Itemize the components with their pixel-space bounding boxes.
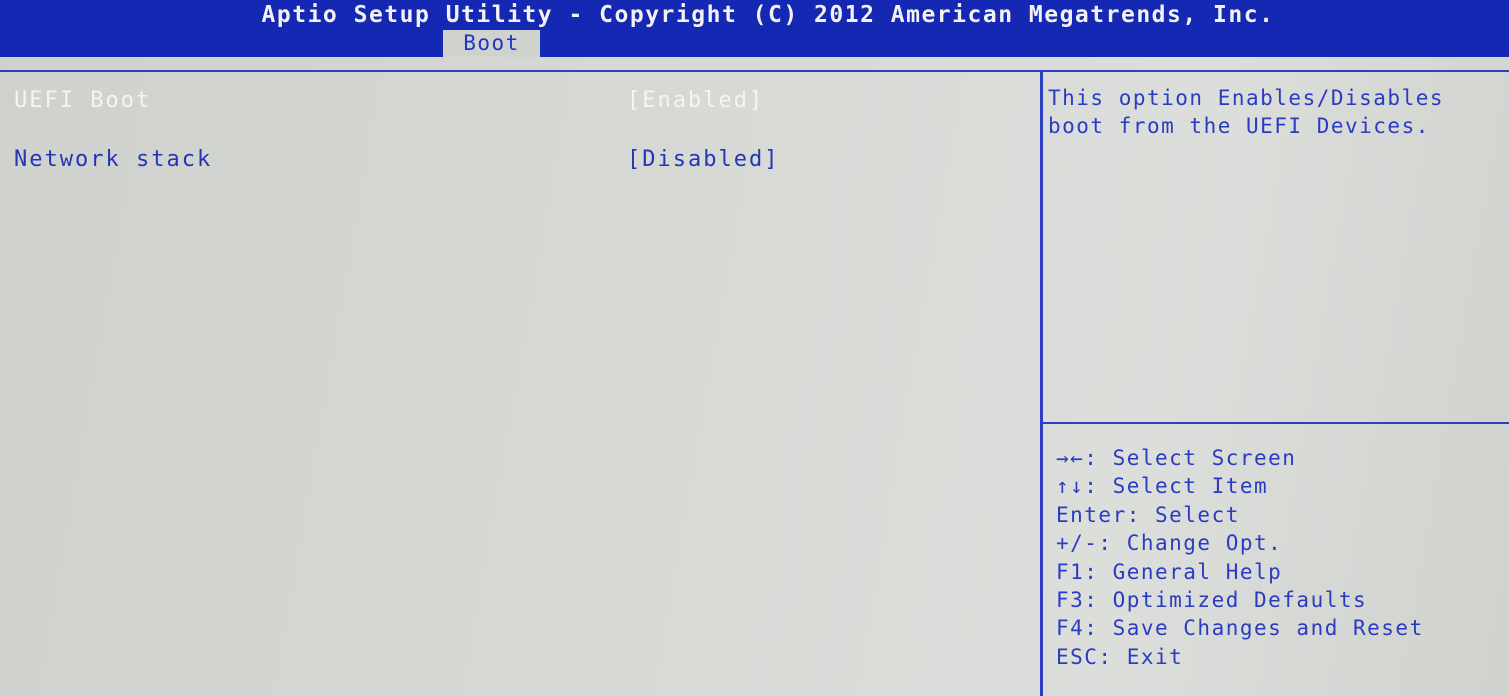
setting-label-network-stack: Network stack xyxy=(14,147,213,172)
setting-value-network-stack[interactable]: [Disabled] xyxy=(627,147,779,172)
key-legend: →←: Select Screen ↑↓: Select Item Enter:… xyxy=(1056,444,1424,671)
key-optimized-defaults: F3: Optimized Defaults xyxy=(1056,587,1368,612)
tab-boot[interactable]: Boot xyxy=(443,30,540,57)
key-general-help: F1: General Help xyxy=(1056,559,1283,584)
setting-value-uefi-boot[interactable]: [Enabled] xyxy=(627,88,764,113)
help-line: This option Enables/Disables xyxy=(1048,86,1445,110)
setting-network-stack[interactable]: Network stack [Disabled] xyxy=(14,147,777,172)
help-line: boot from the UEFI Devices. xyxy=(1048,114,1430,138)
setting-label-uefi-boot: UEFI Boot xyxy=(14,88,152,113)
key-change-opt: +/-: Change Opt. xyxy=(1056,531,1283,556)
key-save-reset: F4: Save Changes and Reset xyxy=(1056,616,1424,641)
header-divider xyxy=(0,70,1509,72)
setting-uefi-boot[interactable]: UEFI Boot [Enabled] xyxy=(14,88,762,113)
help-divider xyxy=(1043,422,1509,424)
key-enter-select: Enter: Select xyxy=(1056,502,1240,527)
key-select-screen: →←: Select Screen xyxy=(1056,446,1297,470)
bios-screen: Aptio Setup Utility - Copyright (C) 2012… xyxy=(0,0,1509,696)
panel-divider xyxy=(1040,70,1043,696)
help-description: This option Enables/Disables boot from t… xyxy=(1048,84,1444,140)
key-exit: ESC: Exit xyxy=(1056,644,1184,669)
key-select-item: ↑↓: Select Item xyxy=(1056,474,1269,499)
header-bar: Aptio Setup Utility - Copyright (C) 2012… xyxy=(0,0,1509,57)
utility-title: Aptio Setup Utility - Copyright (C) 2012… xyxy=(261,2,1275,28)
